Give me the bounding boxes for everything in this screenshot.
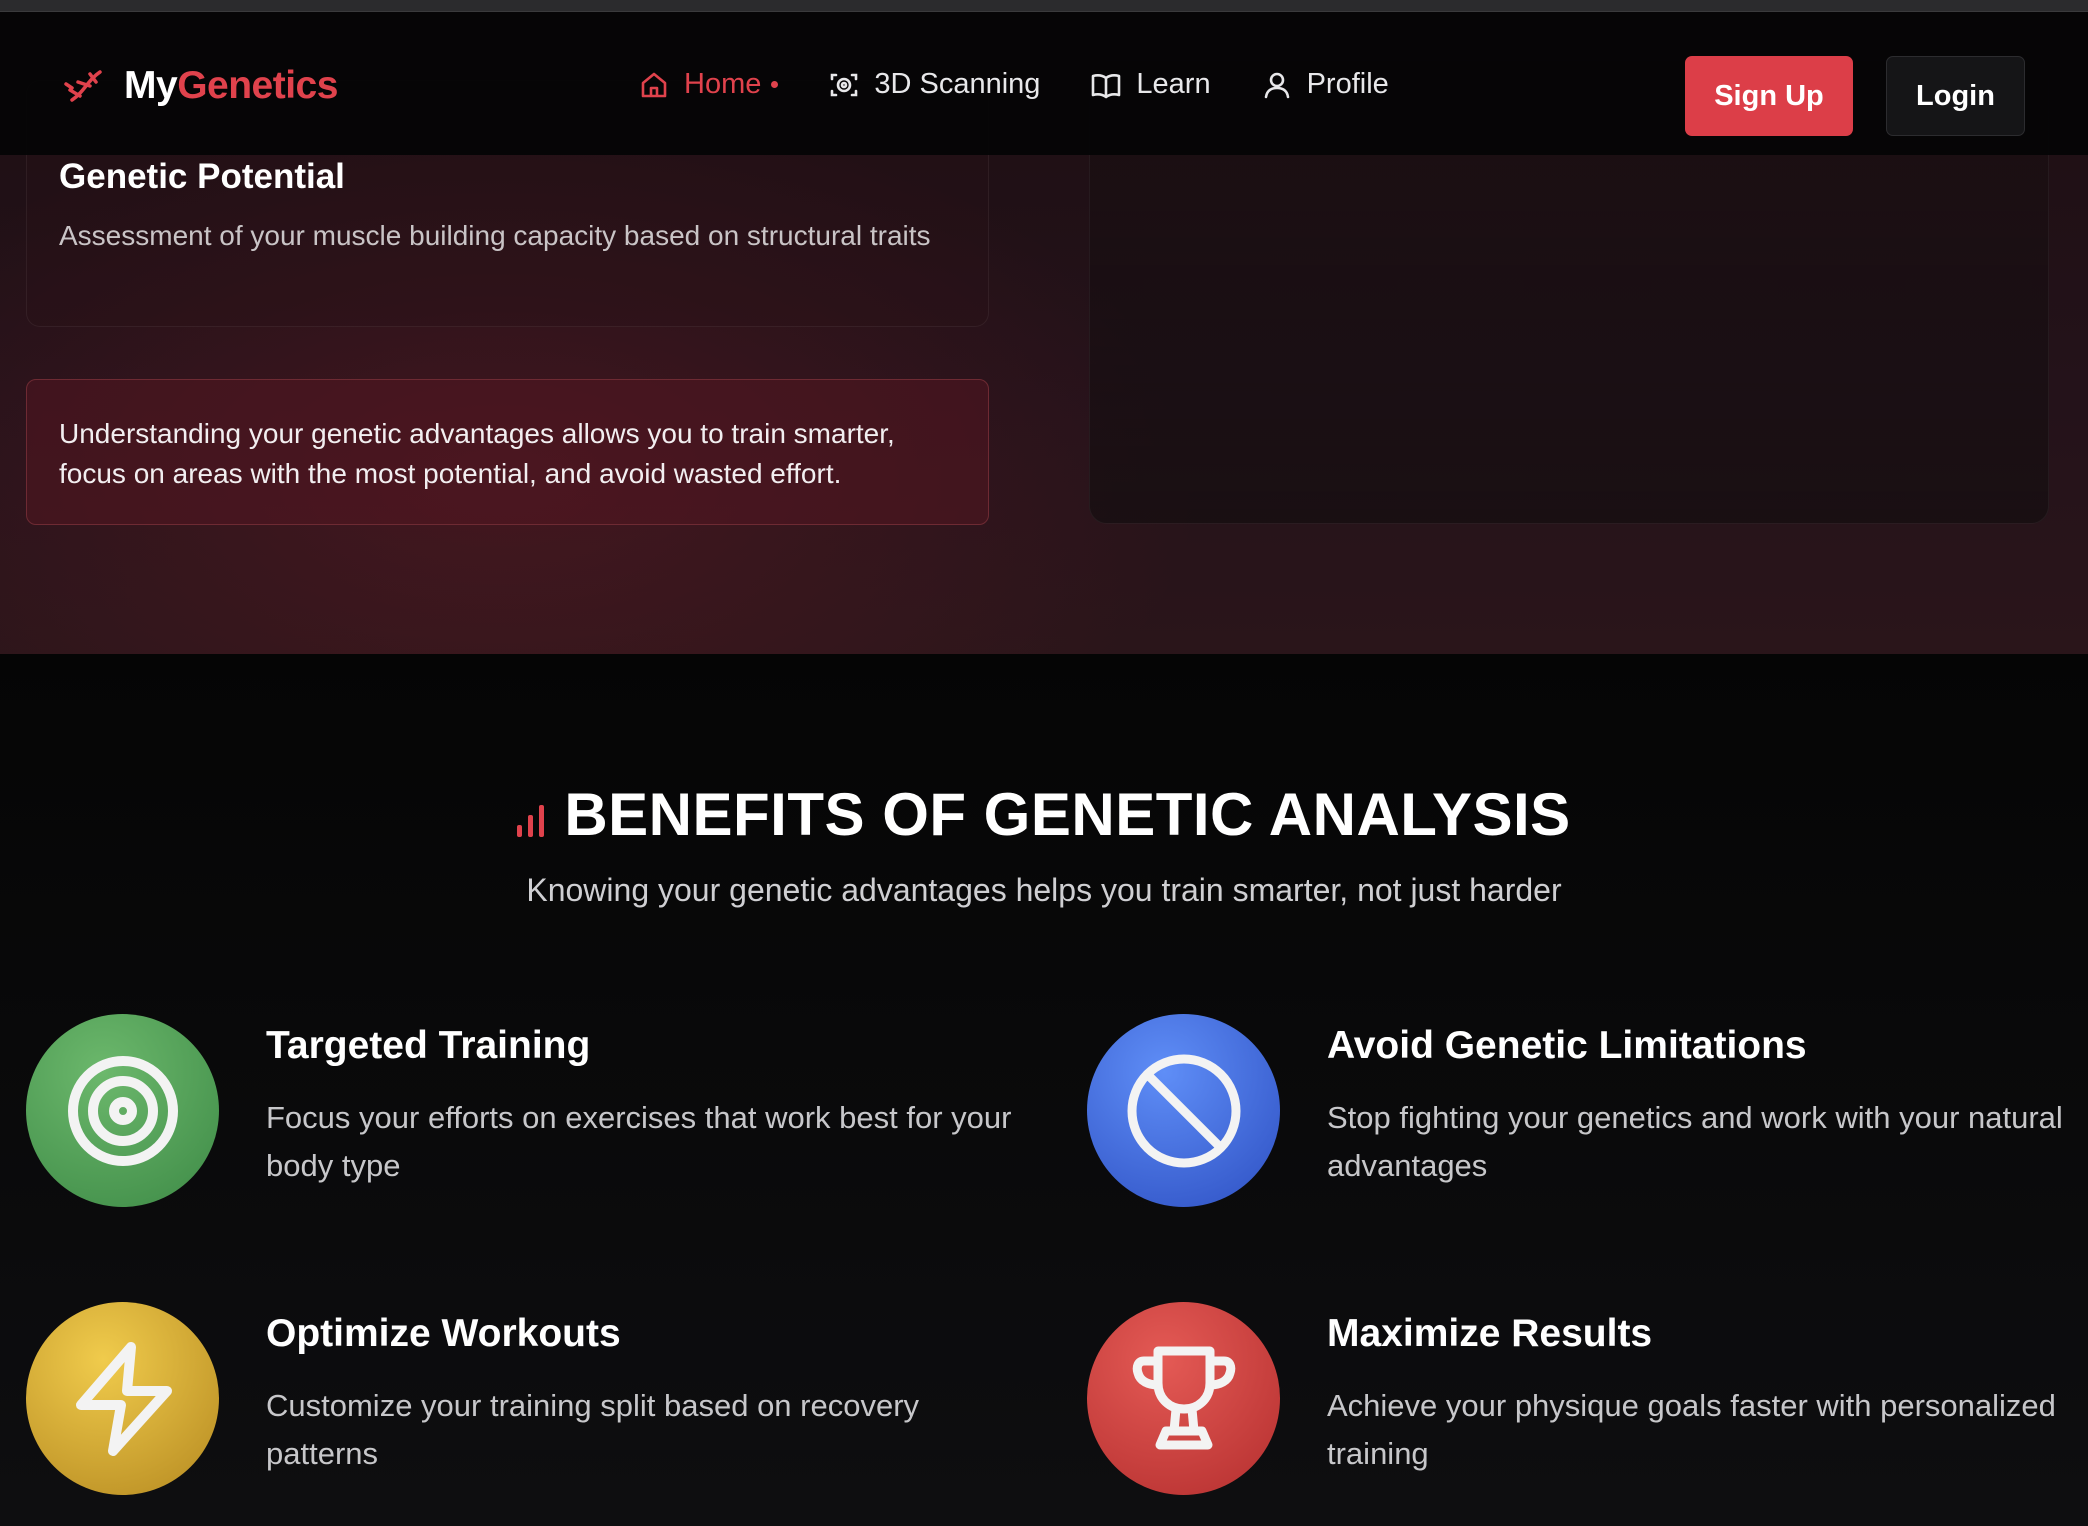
dna-icon [64,70,102,102]
nav-item-3d-scanning[interactable]: 3D Scanning [828,68,1040,101]
page: Genetic Potential Assessment of your mus… [0,0,2088,1526]
logo[interactable]: MyGenetics [62,62,338,110]
genetic-potential-desc: Assessment of your muscle building capac… [59,220,931,251]
insight-note: Understanding your genetic advantages al… [26,379,989,525]
benefits-subtitle: Knowing your genetic advantages helps yo… [526,872,1562,908]
ban-icon [1127,1054,1240,1167]
benefit-avoid-limitations: Avoid Genetic Limitations Stop fighting … [1087,1014,2087,1214]
book-icon [1092,73,1121,98]
main-nav: Home 3D Scanning Learn Profile [638,68,1389,101]
benefit-desc: Achieve your physique goals faster with … [1327,1388,2056,1471]
target-icon [67,1055,178,1166]
bar-chart-icon [517,803,545,837]
nav-item-learn[interactable]: Learn [1090,68,1211,101]
genetic-potential-title: Genetic Potential [59,157,345,196]
benefits-heading: BENEFITS OF GENETIC ANALYSIS [0,780,2088,849]
logo-text-my: My [124,64,178,107]
benefit-desc: Stop fighting your genetics and work wit… [1327,1100,2063,1183]
benefit-title: Optimize Workouts [266,1312,621,1355]
nav-label-learn: Learn [1136,68,1211,100]
nav-label-home: Home [684,68,762,100]
nav-item-profile[interactable]: Profile [1261,68,1389,101]
nav-label-3d-scanning: 3D Scanning [874,68,1041,100]
benefit-title: Avoid Genetic Limitations [1327,1024,1807,1067]
benefit-desc: Focus your efforts on exercises that wor… [266,1100,1012,1183]
trophy-icon [1132,1346,1235,1449]
benefit-title: Targeted Training [266,1024,591,1067]
scan-icon [831,73,858,96]
nav-item-home[interactable]: Home [638,68,779,101]
benefit-optimize-workouts: Optimize Workouts Customize your trainin… [26,1302,1026,1502]
sign-up-button[interactable]: Sign Up [1685,56,1853,136]
user-icon [1264,72,1289,98]
browser-top-strip [0,0,2088,12]
home-icon [641,72,667,97]
top-navbar: MyGenetics Home 3D Scanning Learn Profil… [0,12,2088,155]
benefit-targeted-training: Targeted Training Focus your efforts on … [26,1014,1026,1214]
logo-text-genetics: Genetics [177,64,338,107]
active-dot [771,81,779,88]
benefit-title: Maximize Results [1327,1312,1653,1355]
benefit-desc: Customize your training split based on r… [266,1388,920,1471]
benefit-maximize-results: Maximize Results Achieve your physique g… [1087,1302,2087,1502]
login-button[interactable]: Login [1886,56,2025,136]
lightning-icon [75,1341,172,1456]
benefits-title: BENEFITS OF GENETIC ANALYSIS [564,781,1571,848]
nav-label-profile: Profile [1306,68,1389,100]
